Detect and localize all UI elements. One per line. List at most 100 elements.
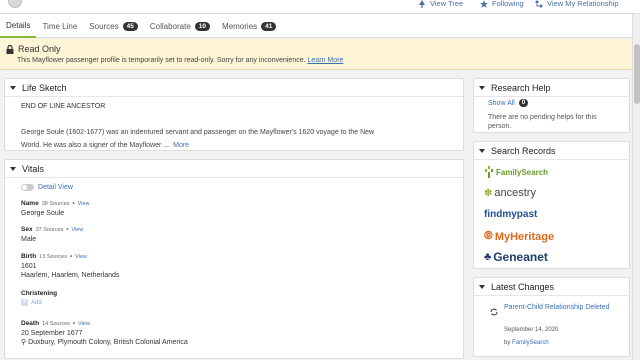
sources-count: 13 Sources [39,253,67,260]
detail-view-label[interactable]: Detail View [38,184,73,191]
no-helps-text: There are no pending helps for this pers… [488,114,597,130]
view-tree-button[interactable]: View Tree [418,0,463,8]
latest-changes-title: Latest Changes [491,281,555,292]
search-records-header[interactable]: Search Records [474,142,629,160]
show-all-link[interactable]: Show All [488,100,515,107]
vital-label-row: Birth 13 Sources • View [21,253,421,260]
geneanet-logo-text: Geneanet [493,250,548,264]
view-link[interactable]: View [78,201,90,207]
add-christening-button[interactable]: + Add [21,299,421,306]
author-link[interactable]: FamilySearch [512,340,549,346]
collapse-icon [479,85,485,90]
tab-label: Memories [222,21,258,31]
view-relationship-label: View My Relationship [547,0,619,8]
vital-label: Birth [21,253,37,260]
vitals-header[interactable]: Vitals [5,160,463,178]
tab-label: Sources [89,21,119,31]
vital-label-row: Name 38 Sources • View [21,200,421,207]
tab-count-badge: 45 [122,21,138,31]
vital-label-row: Death 14 Sources • View [21,320,421,327]
vital-value: 1601 Haarlem, Haarlem, Netherlands [21,262,421,280]
read-only-notice: Read Only This Mayflower passenger profi… [0,39,632,70]
more-link[interactable]: More [173,142,189,149]
research-help-header[interactable]: Research Help [474,79,629,97]
show-all-row: Show All 0 [488,99,529,107]
scrollbar-thumb[interactable] [634,44,640,104]
myheritage-icon: ⦾ [484,230,493,242]
tab-label: Details [6,20,31,30]
sources-count: 14 Sources [42,320,70,327]
sync-icon [490,308,498,318]
vitals-title: Vitals [22,163,44,174]
vital-label-row: Christening [21,290,421,297]
collapse-icon [10,166,16,171]
detail-view-row: Detail View [21,184,73,191]
geneanet-link[interactable]: ♣ Geneanet [484,250,548,264]
life-sketch-heading: END OF LINE ANCESTOR [21,103,106,110]
profile-tabs: Details Time Line Sources 45 Collaborate 1… [0,14,640,38]
vital-christening: Christening + Add [21,290,421,306]
sidebar: Research Help Show All 0 There are no pe… [473,78,630,360]
main-column: Life Sketch END OF LINE ANCESTOR George … [4,78,464,360]
view-link[interactable]: View [78,321,90,327]
view-link[interactable]: View [72,227,84,233]
collapse-icon [479,284,485,289]
birth-date: 1601 [21,263,37,270]
separator: • [70,253,73,260]
following-button[interactable]: Following [480,0,524,8]
ancestry-link[interactable]: ✽ ancestry [484,187,536,199]
familysearch-link[interactable]: FamilySearch [484,166,548,178]
sources-count: 37 Sources [35,226,64,233]
familysearch-tree-icon [485,166,493,178]
vital-name: Name 38 Sources • View George Soule [21,200,421,218]
learn-more-link[interactable]: Learn More [308,57,344,64]
geneanet-tree-icon: ♣ [484,251,492,263]
tab-memories[interactable]: Memories 41 [216,14,282,38]
collapse-icon [479,148,485,153]
birth-place: Haarlem, Haarlem, Netherlands [21,272,120,279]
tab-sources[interactable]: Sources 45 [83,14,144,38]
notice-title-row: Read Only [6,44,61,54]
profile-header: View Tree Following View My Relationship [0,0,640,14]
myheritage-link[interactable]: ⦾ MyHeritage [484,230,554,243]
life-sketch-line-2: World. He was also a signer of the Mayfl… [21,142,170,149]
vital-value: Male [21,236,37,243]
following-label: Following [492,0,524,8]
tab-count-badge: 41 [261,21,277,31]
view-relationship-button[interactable]: View My Relationship [535,0,619,8]
detail-view-toggle[interactable] [21,184,34,191]
notice-message: This Mayflower passenger profile is temp… [17,57,306,64]
author-prefix: by [504,340,511,346]
scrollbar[interactable] [632,14,640,360]
vital-sex: Sex 37 Sources • View Male [21,226,421,244]
tab-count-badge: 10 [194,21,211,31]
tab-label: Time Line [42,21,78,31]
plus-icon: + [21,299,28,306]
latest-changes-card: Latest Changes Parent-Child Relationship… [473,277,630,357]
notice-title: Read Only [18,44,61,54]
latest-changes-header[interactable]: Latest Changes [474,278,629,296]
vital-label: Christening [21,290,58,297]
relationship-icon [535,0,543,8]
life-sketch-card: Life Sketch END OF LINE ANCESTOR George … [4,78,464,151]
add-label: Add [31,299,42,306]
separator: • [72,200,75,207]
research-help-title: Research Help [491,82,551,93]
tab-time-line[interactable]: Time Line [36,14,83,38]
findmypast-logo-text: findmypast [484,209,538,220]
tab-collaborate[interactable]: Collaborate 10 [144,14,216,38]
findmypast-link[interactable]: findmypast [484,209,537,220]
star-icon [480,0,488,8]
research-help-card: Research Help Show All 0 There are no pe… [473,78,630,133]
vital-value: George Soule [21,210,65,217]
vital-label: Death [21,320,40,327]
vital-label-row: Sex 37 Sources • View [21,226,421,233]
vital-death: Death 14 Sources • View 20 September 1677 ⚲ … [21,320,421,347]
myheritage-logo-text: MyHeritage [494,230,555,243]
sources-count: 38 Sources [41,200,70,207]
familysearch-logo-text: FamilySearch [496,167,549,177]
latest-change-link[interactable]: Parent-Child Relationship Deleted [504,302,624,313]
view-link[interactable]: View [75,254,87,260]
life-sketch-header[interactable]: Life Sketch [5,79,463,97]
tab-details[interactable]: Details [0,14,37,38]
